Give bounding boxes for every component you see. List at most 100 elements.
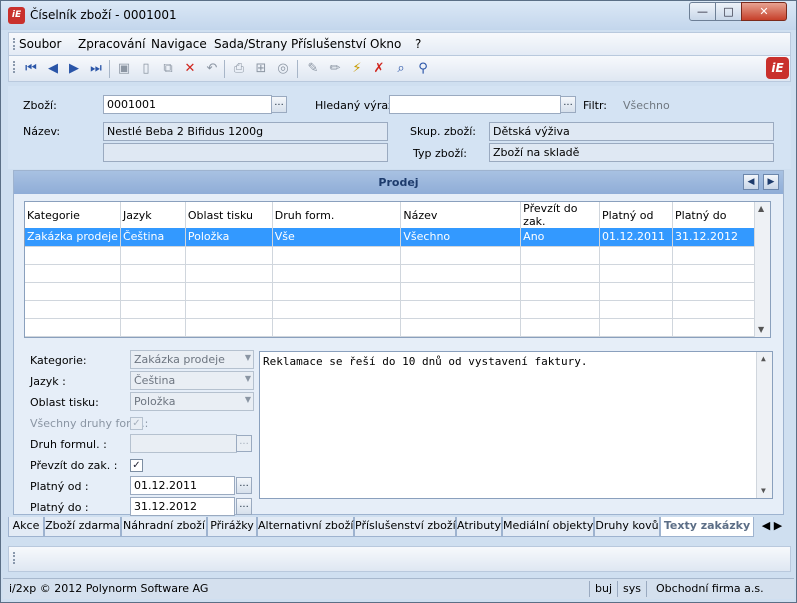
nazev-field-2[interactable]	[103, 143, 388, 162]
scroll-up-icon[interactable]: ▲	[758, 204, 764, 213]
column-header[interactable]: Název	[400, 202, 522, 228]
search-icon[interactable]: ⌕	[393, 61, 409, 77]
tab-nahradni-zbozi[interactable]: Náhradní zboží	[121, 517, 207, 537]
platny-do-picker-button[interactable]: ...	[236, 498, 252, 515]
kategorie-value: Zakázka prodeje	[134, 353, 225, 366]
tab-scroll-arrows-icon[interactable]: ◀ ▶	[756, 517, 788, 537]
jazyk-select[interactable]: Čeština ▼	[130, 371, 254, 390]
cell-oblast[interactable]: Položka	[185, 228, 273, 247]
menu-bar: Soubor Zpracování Navigace Sada/Strany P…	[8, 32, 791, 56]
oblast-select[interactable]: Položka ▼	[130, 392, 254, 411]
prevzit-checkbox[interactable]: ✓	[130, 459, 143, 472]
pencil-icon[interactable]: ✏	[327, 61, 343, 77]
column-header[interactable]: Platný do	[672, 202, 756, 228]
tab-prislusenstvi-zbozi[interactable]: Příslušenství zboží	[354, 517, 456, 537]
save-icon[interactable]: ▣	[116, 61, 132, 77]
menu-navigace[interactable]: Navigace	[151, 37, 207, 51]
table-row[interactable]	[25, 318, 756, 337]
table-row[interactable]	[25, 300, 756, 319]
druh-field[interactable]	[130, 434, 237, 453]
table-row[interactable]	[25, 282, 756, 301]
minimize-button[interactable]: —	[689, 2, 716, 21]
table-row[interactable]	[25, 264, 756, 283]
filter-wand-icon[interactable]: ⚡	[349, 61, 365, 77]
next-record-icon[interactable]: ▶	[66, 61, 82, 77]
first-record-icon[interactable]: ⏮	[23, 61, 39, 77]
prodej-grid: Kategorie Jazyk Oblast tisku Druh form. …	[24, 201, 771, 338]
menu-prislusenstvi[interactable]: Příslušenství	[291, 37, 366, 51]
vsechny-checkbox[interactable]: ✓	[130, 417, 143, 430]
note-textarea[interactable]: Reklamace se řeší do 10 dnů od vystavení…	[259, 351, 773, 499]
kategorie-select[interactable]: Zakázka prodeje ▼	[130, 350, 254, 369]
menu-sada-strany[interactable]: Sada/Strany	[214, 37, 287, 51]
column-header[interactable]: Jazyk	[120, 202, 186, 228]
note-scrollbar[interactable]: ▲ ▼	[756, 352, 772, 498]
tab-druhy-kovu[interactable]: Druhy kovů	[594, 517, 660, 537]
cell-kategorie[interactable]: Zakázka prodeje	[25, 228, 121, 247]
tab-akce[interactable]: Akce	[8, 517, 44, 537]
undo-icon[interactable]: ↶	[204, 61, 220, 77]
table-row[interactable]	[25, 336, 756, 337]
tab-medialni-objekty[interactable]: Mediální objekty	[502, 517, 594, 537]
jazyk-label: Jazyk :	[30, 375, 66, 388]
edit-pencil-icon[interactable]: ✎	[305, 61, 321, 77]
panel-next-icon[interactable]: ▶	[763, 174, 779, 190]
maximize-button[interactable]: □	[715, 2, 742, 21]
druh-lookup-button[interactable]: ...	[236, 435, 252, 452]
cell-nazev[interactable]: Všechno	[400, 228, 522, 247]
menu-help[interactable]: ?	[415, 37, 421, 51]
oblast-value: Položka	[134, 395, 176, 408]
scroll-down-icon[interactable]: ▼	[758, 325, 764, 334]
status-user: buj	[595, 582, 613, 595]
tab-prirazky[interactable]: Přirážky	[207, 517, 257, 537]
last-record-icon[interactable]: ⏭	[88, 61, 104, 77]
cell-platny-do[interactable]: 31.12.2012	[672, 228, 756, 247]
structure-icon[interactable]: ⊞	[253, 61, 269, 77]
menu-soubor[interactable]: Soubor	[19, 37, 61, 51]
zbozi-input[interactable]: 0001001	[103, 95, 272, 114]
platny-od-input[interactable]: 01.12.2011	[130, 476, 235, 495]
clear-filter-icon[interactable]: ✗	[371, 61, 387, 77]
skup-field[interactable]: Dětská výživa	[489, 122, 774, 141]
typ-field[interactable]: Zboží na skladě	[489, 143, 774, 162]
cell-platny-od[interactable]: 01.12.2011	[599, 228, 673, 247]
platny-od-picker-button[interactable]: ...	[236, 477, 252, 494]
column-header[interactable]: Platný od	[599, 202, 673, 228]
print-icon[interactable]: ⎙	[231, 61, 247, 77]
new-document-icon[interactable]: ▯	[138, 61, 154, 77]
grid-scrollbar[interactable]: ▲ ▼	[754, 202, 770, 337]
tab-atributy[interactable]: Atributy	[456, 517, 502, 537]
tab-texty-zakazky[interactable]: Texty zakázky	[660, 517, 754, 537]
table-row[interactable]	[25, 246, 756, 265]
app-logo-icon: iE	[8, 7, 25, 24]
zbozi-lookup-button[interactable]: ...	[271, 96, 287, 113]
copy-icon[interactable]: ⧉	[160, 61, 176, 77]
scroll-down-icon[interactable]: ▼	[761, 486, 766, 495]
status-bar: i/2xp © 2012 Polynorm Software AG buj sy…	[3, 578, 794, 599]
search-user-icon[interactable]: ⚲	[415, 61, 431, 77]
search-lookup-button[interactable]: ...	[560, 96, 576, 113]
search-input[interactable]	[389, 95, 561, 114]
platny-do-input[interactable]: 31.12.2012	[130, 497, 235, 516]
menu-zpracovani[interactable]: Zpracování	[78, 37, 145, 51]
filtr-value[interactable]: Všechno	[623, 99, 670, 112]
cell-prevzit[interactable]: Ano	[520, 228, 601, 247]
delete-icon[interactable]: ✕	[182, 61, 198, 77]
toolbar-separator	[109, 60, 110, 78]
close-button[interactable]: ✕	[741, 2, 787, 21]
panel-prev-icon[interactable]: ◀	[743, 174, 759, 190]
column-header[interactable]: Převzít do zak.	[520, 202, 601, 228]
column-header[interactable]: Oblast tisku	[185, 202, 273, 228]
tab-alternativni-zbozi[interactable]: Alternativní zboží	[257, 517, 354, 537]
nazev-field[interactable]: Nestlé Beba 2 Bifidus 1200g	[103, 122, 388, 141]
cell-druh[interactable]: Vše	[272, 228, 402, 247]
table-row[interactable]: Zakázka prodeje Čeština Položka Vše Všec…	[25, 228, 756, 247]
previous-record-icon[interactable]: ◀	[45, 61, 61, 77]
column-header[interactable]: Kategorie	[25, 202, 121, 228]
scroll-up-icon[interactable]: ▲	[761, 354, 766, 363]
menu-okno[interactable]: Okno	[370, 37, 401, 51]
tab-zbozi-zdarma[interactable]: Zboží zdarma	[44, 517, 121, 537]
disc-icon[interactable]: ◎	[275, 61, 291, 77]
cell-jazyk[interactable]: Čeština	[120, 228, 186, 247]
column-header[interactable]: Druh form.	[272, 202, 402, 228]
